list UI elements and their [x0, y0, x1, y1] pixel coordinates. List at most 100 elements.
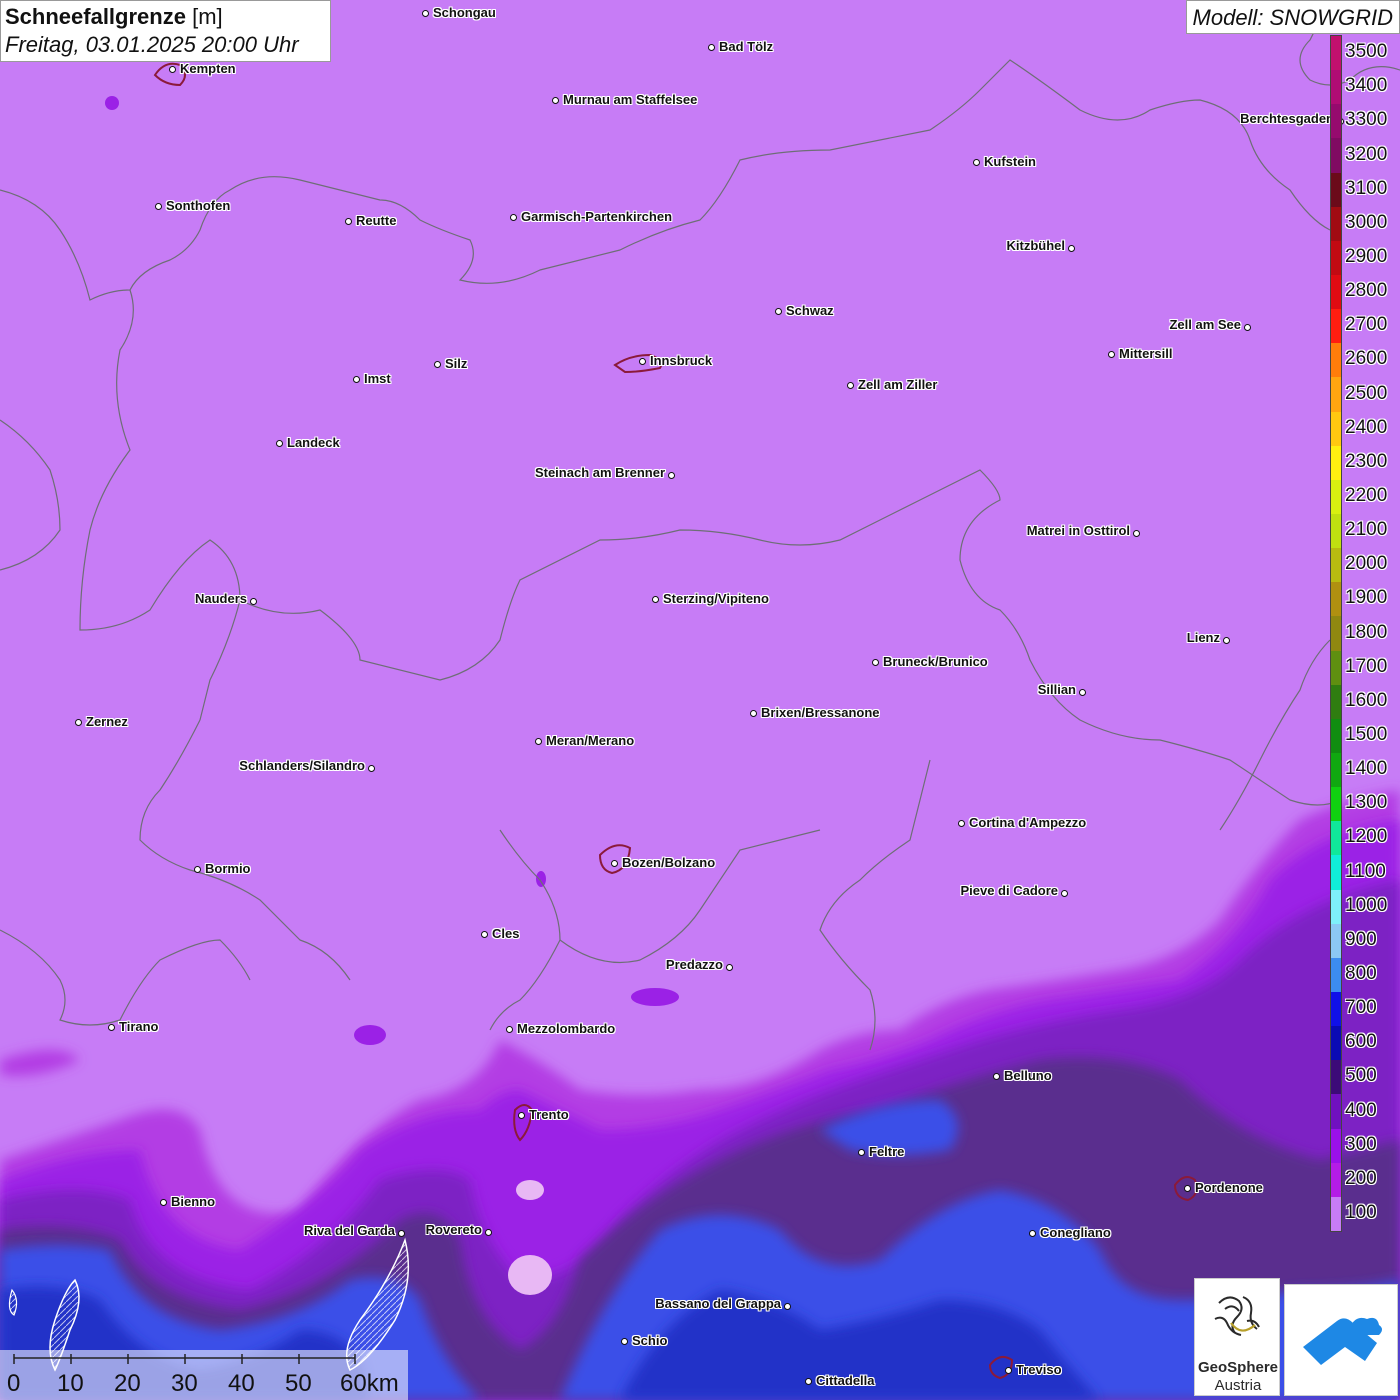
- legend-label: 300: [1345, 1133, 1377, 1155]
- city-marker-icon[interactable]: [804, 1377, 812, 1385]
- city-label[interactable]: Bad Tölz: [719, 40, 773, 54]
- city-label[interactable]: Imst: [364, 372, 391, 386]
- city-label[interactable]: Mezzolombardo: [517, 1022, 615, 1036]
- city-label[interactable]: Murnau am Staffelsee: [563, 93, 697, 107]
- city-marker-icon[interactable]: [421, 9, 429, 17]
- city-marker-icon[interactable]: [193, 865, 201, 873]
- city-marker-icon[interactable]: [352, 375, 360, 383]
- city-marker-icon[interactable]: [957, 819, 965, 827]
- city-marker-icon[interactable]: [783, 1302, 791, 1310]
- city-label[interactable]: Landeck: [287, 436, 340, 450]
- city-marker-icon[interactable]: [1004, 1366, 1012, 1374]
- city-marker-icon[interactable]: [1222, 636, 1230, 644]
- city-label[interactable]: Pordenone: [1195, 1181, 1263, 1195]
- city-marker-icon[interactable]: [107, 1023, 115, 1031]
- city-marker-icon[interactable]: [249, 597, 257, 605]
- city-label[interactable]: Meran/Merano: [546, 734, 634, 748]
- city-label[interactable]: Zell am Ziller: [858, 378, 937, 392]
- city-label[interactable]: Cortina d'Ampezzo: [969, 816, 1086, 830]
- city-marker-icon[interactable]: [857, 1148, 865, 1156]
- city-label[interactable]: Berchtesgaden: [1240, 112, 1334, 126]
- city-marker-icon[interactable]: [551, 96, 559, 104]
- city-marker-icon[interactable]: [433, 360, 441, 368]
- city-marker-icon[interactable]: [275, 439, 283, 447]
- city-marker-icon[interactable]: [667, 471, 675, 479]
- city-label[interactable]: Kufstein: [984, 155, 1036, 169]
- city-marker-icon[interactable]: [1028, 1229, 1036, 1237]
- city-label[interactable]: Trento: [529, 1108, 569, 1122]
- city-label[interactable]: Treviso: [1016, 1363, 1062, 1377]
- city-label[interactable]: Schwaz: [786, 304, 834, 318]
- city-marker-icon[interactable]: [620, 1337, 628, 1345]
- city-marker-icon[interactable]: [1067, 244, 1075, 252]
- city-marker-icon[interactable]: [1243, 323, 1251, 331]
- city-label[interactable]: Garmisch-Partenkirchen: [521, 210, 672, 224]
- city-label[interactable]: Mittersill: [1119, 347, 1172, 361]
- city-marker-icon[interactable]: [505, 1025, 513, 1033]
- city-marker-icon[interactable]: [1060, 889, 1068, 897]
- city-marker-icon[interactable]: [344, 217, 352, 225]
- city-marker-icon[interactable]: [168, 65, 176, 73]
- city-marker-icon[interactable]: [651, 595, 659, 603]
- city-marker-icon[interactable]: [1078, 688, 1086, 696]
- city-label[interactable]: Bassano del Grappa: [655, 1297, 781, 1311]
- city-label[interactable]: Schio: [632, 1334, 667, 1348]
- city-label[interactable]: Reutte: [356, 214, 396, 228]
- city-marker-icon[interactable]: [638, 357, 646, 365]
- city-marker-icon[interactable]: [774, 307, 782, 315]
- city-marker-icon[interactable]: [154, 202, 162, 210]
- city-label[interactable]: Cittadella: [816, 1374, 875, 1388]
- city-marker-icon[interactable]: [534, 737, 542, 745]
- city-label[interactable]: Zernez: [86, 715, 128, 729]
- city-label[interactable]: Kempten: [180, 62, 236, 76]
- city-label[interactable]: Zell am See: [1169, 318, 1241, 332]
- city-marker-icon[interactable]: [1132, 529, 1140, 537]
- city-marker-icon[interactable]: [610, 859, 618, 867]
- city-label[interactable]: Belluno: [1004, 1069, 1052, 1083]
- city-label[interactable]: Conegliano: [1040, 1226, 1111, 1240]
- city-label[interactable]: Bienno: [171, 1195, 215, 1209]
- city-marker-icon[interactable]: [846, 381, 854, 389]
- city-label[interactable]: Kitzbühel: [1007, 239, 1066, 253]
- city-label[interactable]: Schlanders/Silandro: [239, 759, 365, 773]
- city-label[interactable]: Predazzo: [666, 958, 723, 972]
- city-marker-icon[interactable]: [871, 658, 879, 666]
- city-label[interactable]: Lienz: [1187, 631, 1220, 645]
- city-label[interactable]: Cles: [492, 927, 519, 941]
- city-label[interactable]: Bruneck/Brunico: [883, 655, 988, 669]
- city-label[interactable]: Innsbruck: [650, 354, 712, 368]
- city-label[interactable]: Steinach am Brenner: [535, 466, 665, 480]
- weather-app-logo[interactable]: [1284, 1284, 1398, 1396]
- city-label[interactable]: Bozen/Bolzano: [622, 856, 715, 870]
- city-label[interactable]: Tirano: [119, 1020, 159, 1034]
- city-marker-icon[interactable]: [1107, 350, 1115, 358]
- city-label[interactable]: Riva del Garda: [304, 1224, 395, 1238]
- city-label[interactable]: Matrei in Osttirol: [1027, 524, 1130, 538]
- city-label[interactable]: Brixen/Bressanone: [761, 706, 880, 720]
- city-label[interactable]: Schongau: [433, 6, 496, 20]
- city-marker-icon[interactable]: [1183, 1184, 1191, 1192]
- city-marker-icon[interactable]: [707, 43, 715, 51]
- city-label[interactable]: Sonthofen: [166, 199, 230, 213]
- city-label[interactable]: Nauders: [195, 592, 247, 606]
- city-label[interactable]: Rovereto: [426, 1223, 482, 1237]
- city-label[interactable]: Sillian: [1038, 683, 1076, 697]
- city-marker-icon[interactable]: [480, 930, 488, 938]
- city-label[interactable]: Feltre: [869, 1145, 904, 1159]
- city-marker-icon[interactable]: [517, 1111, 525, 1119]
- city-marker-icon[interactable]: [749, 709, 757, 717]
- city-marker-icon[interactable]: [992, 1072, 1000, 1080]
- city-marker-icon[interactable]: [725, 963, 733, 971]
- city-label[interactable]: Silz: [445, 357, 467, 371]
- city-marker-icon[interactable]: [509, 213, 517, 221]
- city-label[interactable]: Bormio: [205, 862, 251, 876]
- city-marker-icon[interactable]: [972, 158, 980, 166]
- city-label[interactable]: Sterzing/Vipiteno: [663, 592, 769, 606]
- city-marker-icon[interactable]: [397, 1229, 405, 1237]
- geosphere-logo[interactable]: GeoSphere Austria: [1194, 1278, 1280, 1396]
- city-marker-icon[interactable]: [159, 1198, 167, 1206]
- city-marker-icon[interactable]: [484, 1228, 492, 1236]
- city-marker-icon[interactable]: [74, 718, 82, 726]
- city-label[interactable]: Pieve di Cadore: [960, 884, 1058, 898]
- city-marker-icon[interactable]: [367, 764, 375, 772]
